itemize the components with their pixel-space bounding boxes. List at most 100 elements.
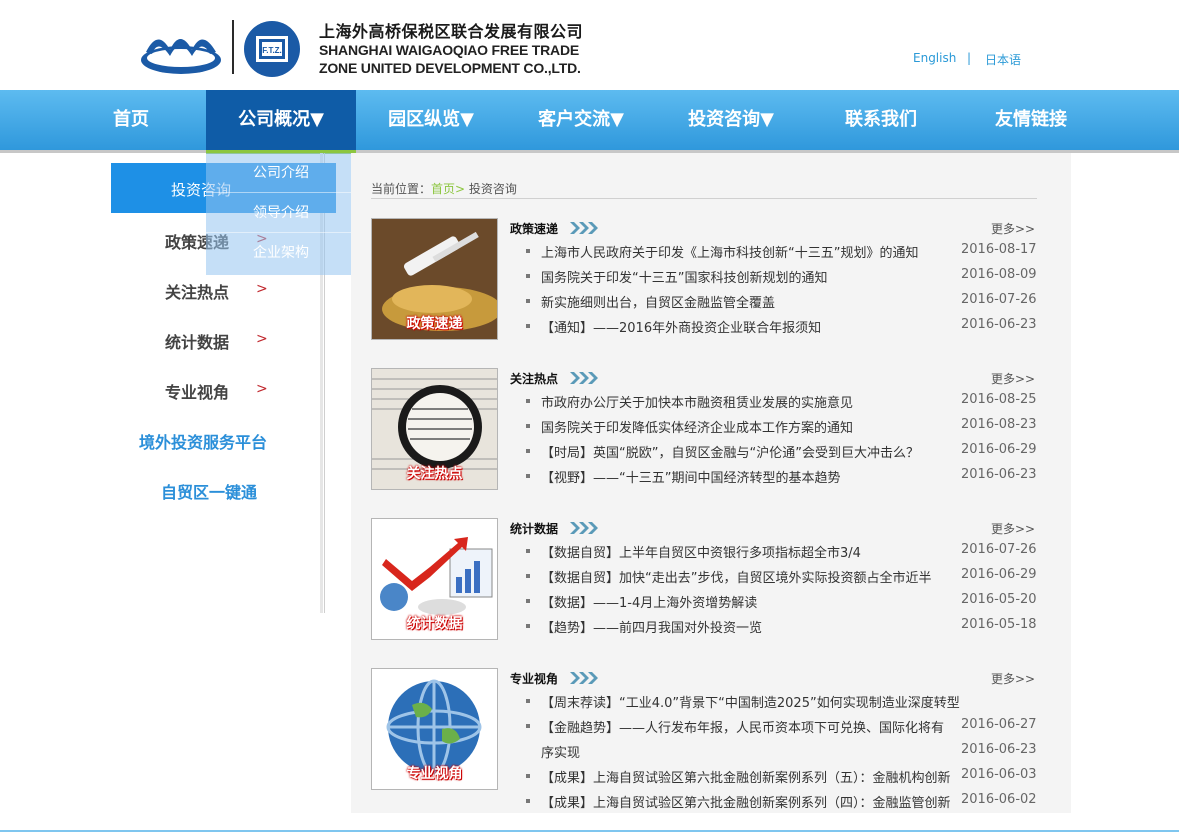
news-link[interactable]: 新实施细则出台，自贸区金融监管全覆盖 [541,292,951,311]
bullet-icon [526,299,530,303]
sidebar-link-overseas-platform[interactable]: 境外投资服务平台 [139,429,267,453]
news-link-continued[interactable]: 序实现 [541,742,951,761]
breadcrumb-separator: > [455,182,466,196]
news-link[interactable]: 国务院关于印发“十三五”国家科技创新规划的通知 [541,267,951,286]
sidebar-item-statistics[interactable]: 统计数据 [165,329,229,353]
nav-contact[interactable]: 联系我们 [806,90,956,150]
more-link-policy[interactable]: 更多>> [991,220,1035,237]
section-title-perspective: 专业视角 [510,672,559,686]
lang-japanese-link[interactable]: 日本语 [985,51,1021,68]
footer-divider [0,830,1179,832]
news-link[interactable]: 【视野】——“十三五”期间中国经济转型的基本趋势 [541,467,951,486]
nav-home[interactable]: 首页 [92,90,170,150]
sidebar-item-perspective[interactable]: 专业视角 [165,379,229,403]
bullet-icon [526,774,530,778]
bullet-icon [526,449,530,453]
lang-english-link[interactable]: English [913,51,956,65]
dropdown-item-intro[interactable]: 公司介绍 [206,153,356,193]
news-date: 2016-06-23 [961,742,1037,757]
breadcrumb-home-link[interactable]: 首页 [431,182,455,196]
news-link[interactable]: 上海市人民政府关于印发《上海市科技创新“十三五”规划》的通知 [541,242,951,261]
bullet-icon [526,574,530,578]
chevrons-icon [570,522,598,534]
chevrons-icon [570,222,598,234]
news-link[interactable]: 【数据自贸】加快“走出去”步伐，自贸区境外实际投资额占全市近半 [541,567,951,586]
news-date: 2016-05-18 [961,617,1037,632]
news-date: 2016-08-25 [961,392,1037,407]
bullet-icon [526,474,530,478]
company-name-cn: 上海外高桥保税区联合发展有限公司 [319,22,584,41]
news-link[interactable]: 【成果】上海自贸试验区第六批金融创新案例系列（五）：金融机构创新 [541,767,957,786]
sidebar-arrow-statistics[interactable]: > [256,331,268,347]
news-date: 2016-08-09 [961,267,1037,282]
perspective-section-image[interactable]: 专业视角 [371,668,498,790]
section-title-hotspot: 关注热点 [510,372,559,386]
site-header: F.T.Z. 上海外高桥保税区联合发展有限公司 SHANGHAI WAIGAOQ… [0,0,1179,90]
news-link[interactable]: 【金融趋势】——人行发布年报，人民币资本项下可兑换、国际化将有 [541,717,953,736]
bullet-icon [526,699,530,703]
company-name-en-line2: ZONE UNITED DEVELOPMENT CO.,LTD. [319,60,581,76]
sidebar-arrow-hotspot[interactable]: > [256,281,268,297]
news-link[interactable]: 【趋势】——前四月我国对外投资一览 [541,617,951,636]
company-dropdown-menu: 公司介绍 领导介绍 企业架构 [206,153,356,275]
breadcrumb-prefix: 当前位置： [371,182,432,196]
more-link-hotspot[interactable]: 更多>> [991,370,1035,387]
statistics-section-image[interactable]: 统计数据 [371,518,498,640]
nav-investment[interactable]: 投资咨询▼ [656,90,806,150]
section-title-statistics: 统计数据 [510,522,559,536]
lang-separator: | [967,51,972,65]
breadcrumb-current: 投资咨询 [468,182,517,196]
news-link[interactable]: 国务院关于印发降低实体经济企业成本工作方案的通知 [541,417,951,436]
bullet-icon [526,274,530,278]
chevrons-icon [570,372,598,384]
hotspot-section-image[interactable]: 关注热点 [371,368,498,490]
bullet-icon [526,799,530,803]
news-link[interactable]: 【数据自贸】上半年自贸区中资银行多项指标超全市3/4 [541,542,951,561]
nav-company[interactable]: 公司概况▼ [206,90,356,154]
news-date: 2016-05-20 [961,592,1037,607]
policy-image-label: 政策速递 [406,316,463,332]
news-link[interactable]: 【通知】——2016年外商投资企业联合年报须知 [541,317,951,336]
dropdown-item-structure[interactable]: 企业架构 [206,233,356,273]
ftz-text: F.T.Z. [262,46,282,55]
dropdown-item-leadership[interactable]: 领导介绍 [206,193,356,233]
bullet-icon [526,324,530,328]
sidebar-arrow-perspective[interactable]: > [256,381,268,397]
news-date: 2016-06-29 [961,442,1037,457]
policy-section-image[interactable]: 政策速递 [371,218,498,340]
news-date: 2016-08-23 [961,417,1037,432]
breadcrumb-divider [371,198,1037,199]
nav-links[interactable]: 友情链接 [956,90,1106,150]
news-date: 2016-06-23 [961,317,1037,332]
more-link-statistics[interactable]: 更多>> [991,520,1035,537]
bullet-icon [526,424,530,428]
chevrons-icon [570,672,598,684]
news-date: 2016-07-26 [961,542,1037,557]
news-date: 2016-06-02 [961,792,1037,807]
sidebar-item-hotspot[interactable]: 关注热点 [165,279,229,303]
news-link[interactable]: 市政府办公厅关于加快本市融资租赁业发展的实施意见 [541,392,951,411]
bullet-icon [526,249,530,253]
news-link[interactable]: 【数据】——1-4月上海外资增势解读 [541,592,951,611]
logo-divider [232,20,234,74]
bullet-icon [526,624,530,628]
news-date: 2016-06-29 [961,567,1037,582]
news-date: 2016-06-23 [961,467,1037,482]
news-link[interactable]: 【周末荐读】“工业4.0”背景下“中国制造2025”如何实现制造业深度转型 [541,692,991,711]
statistics-image-label: 统计数据 [406,616,463,632]
more-link-perspective[interactable]: 更多>> [991,670,1035,687]
bullet-icon [526,399,530,403]
news-link[interactable]: 【成果】上海自贸试验区第六批金融创新案例系列（四）：金融监管创新 [541,792,957,811]
nav-park[interactable]: 园区纵览▼ [356,90,506,150]
sidebar-link-ftz-portal[interactable]: 自贸区一键通 [161,479,257,503]
bullet-icon [526,599,530,603]
ftz-logo: F.T.Z. [244,21,300,77]
bullet-icon [526,724,530,728]
news-link[interactable]: 【时局】英国“脱欧”，自贸区金融与“沪伦通”会受到巨大冲击么？ [541,442,951,461]
company-logo [141,39,221,74]
hotspot-image-label: 关注热点 [406,466,463,482]
section-title-policy: 政策速递 [510,222,559,236]
nav-customer[interactable]: 客户交流▼ [506,90,656,150]
news-date: 2016-06-03 [961,767,1037,782]
perspective-image-label: 专业视角 [406,766,463,782]
